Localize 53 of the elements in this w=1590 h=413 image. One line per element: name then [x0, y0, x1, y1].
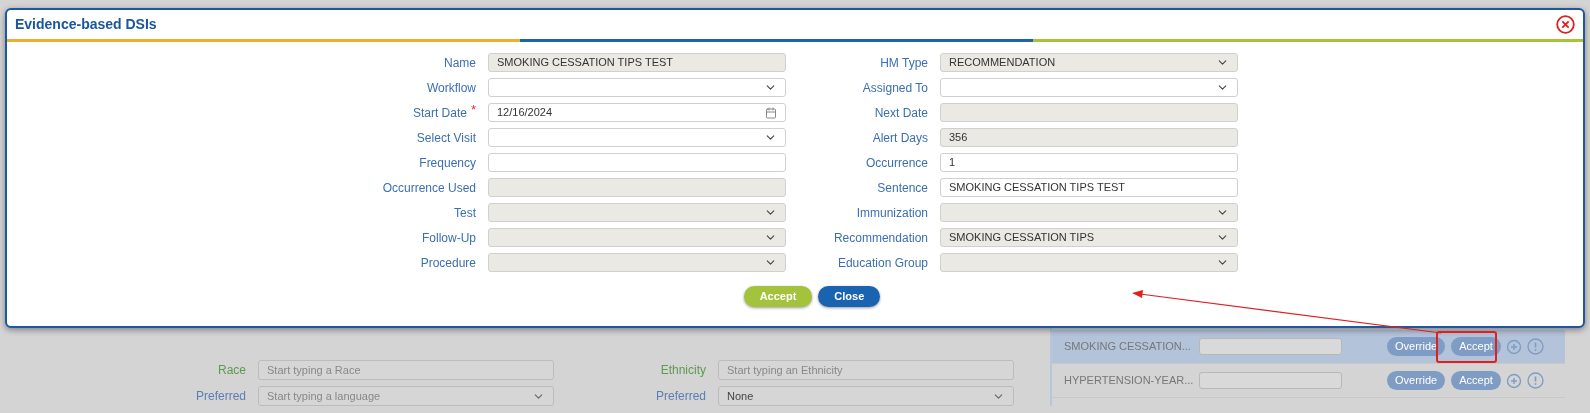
field-label: Select Visit	[416, 129, 476, 147]
field-label: Alert Days	[872, 129, 928, 147]
field-label: Immunization	[856, 204, 928, 222]
dropdown-field[interactable]	[940, 78, 1238, 97]
add-comment-icon[interactable]	[1505, 372, 1522, 389]
field-label: Preferred	[194, 388, 246, 405]
input-field[interactable]	[1199, 338, 1342, 355]
recommendation-row[interactable]: SMOKING CESSATION... Override Accept	[1052, 330, 1565, 364]
date-field[interactable]: 12/16/2024	[488, 103, 786, 122]
dropdown-field[interactable]	[488, 128, 786, 147]
override-button[interactable]: Override	[1387, 337, 1446, 356]
close-icon[interactable]	[1556, 15, 1575, 34]
input-field[interactable]: Start typing a Race	[258, 360, 554, 380]
dropdown-field[interactable]	[488, 78, 786, 97]
field-label: Assigned To	[862, 79, 928, 97]
field-label: Test	[454, 204, 476, 222]
field-label: Occurrence Used	[382, 179, 476, 197]
input-field[interactable]: Start typing an Ethnicity	[718, 360, 1014, 380]
field-label: Start Date	[412, 104, 467, 122]
field-label: Occurrence	[865, 154, 928, 172]
add-comment-icon[interactable]	[1505, 338, 1522, 355]
dialog-title: Evidence-based DSIs	[15, 15, 157, 34]
field-label: Next Date	[874, 104, 928, 122]
input-field[interactable]	[1199, 372, 1342, 389]
field-label: Sentence	[877, 179, 928, 197]
input-field[interactable]: SMOKING CESSATION TIPS TEST	[940, 178, 1238, 197]
field-label: Frequency	[419, 154, 476, 172]
accept-button[interactable]: Accept	[1451, 337, 1501, 356]
field-label: Education Group	[837, 254, 928, 272]
field-label: Workflow	[426, 79, 476, 97]
field-label: Recommendation	[833, 229, 928, 247]
dropdown-field[interactable]: Start typing a language	[258, 386, 554, 406]
alert-icon[interactable]	[1526, 338, 1544, 355]
dropdown-field[interactable]: None	[718, 386, 1014, 406]
required-mark: *	[470, 103, 476, 116]
field-label: Procedure	[420, 254, 476, 272]
field-label: Name	[444, 54, 476, 72]
field-label: Race	[217, 362, 246, 379]
input-field[interactable]: 1	[940, 153, 1238, 172]
recommendation-name: HYPERTENSION-YEAR...	[1064, 373, 1195, 389]
field-label: Preferred	[654, 388, 706, 405]
recommendation-name: SMOKING CESSATION...	[1064, 339, 1192, 355]
alert-icon[interactable]	[1526, 372, 1544, 389]
field-label: HM Type	[880, 54, 928, 72]
override-button[interactable]: Override	[1387, 371, 1446, 390]
close-button[interactable]: Close	[818, 286, 881, 307]
accept-button[interactable]: Accept	[1451, 371, 1501, 390]
field-label: Follow-Up	[422, 229, 476, 247]
highlight-rectangle	[1436, 331, 1497, 363]
calendar-icon	[765, 106, 777, 119]
accept-button[interactable]: Accept	[743, 286, 813, 307]
input-field[interactable]	[488, 153, 786, 172]
field-label: Ethnicity	[659, 362, 706, 379]
